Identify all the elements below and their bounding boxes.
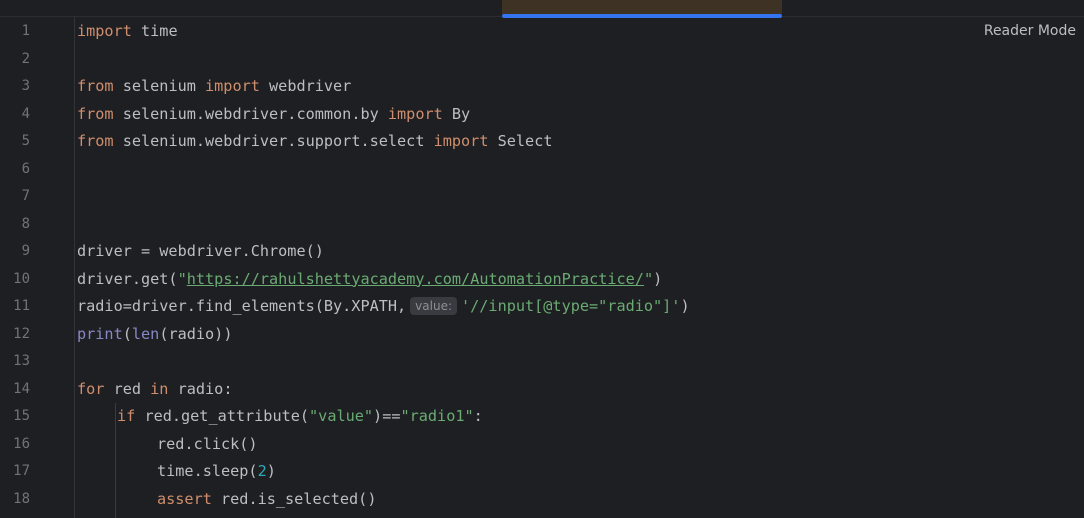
code-text: from selenium.webdriver.support.select i… (77, 132, 553, 150)
code-line: 14 for red in radio: (0, 376, 1084, 404)
code-text: print(len(radio)) (77, 324, 233, 343)
line-number: 16 (13, 435, 30, 452)
line-number: 5 (21, 133, 30, 149)
code-text: import time (77, 22, 178, 40)
code-text: driver = webdriver.Chrome() (77, 242, 324, 260)
line-number: 9 (21, 243, 30, 259)
code-text: from selenium.webdriver.common.by import… (77, 104, 471, 123)
code-line: 9 driver = webdriver.Chrome() (0, 238, 1084, 266)
code-text: radio=driver.find_elements(By.XPATH, valu… (77, 297, 690, 315)
code-line: 10 driver.get("https://rahulshettyacadem… (0, 266, 1084, 294)
code-text: for red in radio: (77, 379, 233, 398)
code-line: 12 print(len(radio)) (0, 321, 1084, 349)
line-number: 3 (21, 78, 30, 94)
code-line: 11 radio=driver.find_elements(By.XPATH, v… (0, 293, 1084, 321)
code-line: 15 if red.get_attribute("value")=="radio… (0, 403, 1084, 431)
editor-tab-bar (0, 0, 1084, 18)
code-line: 2 (0, 46, 1084, 74)
code-line: 4 from selenium.webdriver.common.by impo… (0, 101, 1084, 129)
line-number: 14 (13, 380, 30, 397)
parameter-hint: value: (410, 297, 457, 315)
line-number: 2 (21, 50, 30, 67)
code-text: red.click() (157, 434, 258, 453)
line-number: 17 (13, 463, 30, 479)
line-number: 11 (13, 298, 30, 314)
code-line: 17 time.sleep(2) (0, 458, 1084, 486)
code-editor[interactable]: 1 import time 2 3 from selenium import w… (0, 18, 1084, 513)
code-text: if red.get_attribute("value")=="radio1": (117, 407, 483, 425)
code-text: driver.get("https://rahulshettyacademy.c… (77, 269, 663, 288)
url-link[interactable]: https://rahulshettyacademy.com/Automatio… (187, 270, 644, 288)
line-number: 7 (21, 188, 30, 204)
code-line: 5 from selenium.webdriver.support.select… (0, 128, 1084, 156)
code-line: 1 import time (0, 18, 1084, 46)
indent-guide (115, 403, 116, 518)
code-line: 8 (0, 211, 1084, 239)
line-number: 18 (13, 490, 30, 507)
line-number: 15 (13, 408, 30, 424)
code-line: 13 (0, 348, 1084, 376)
line-number: 13 (13, 353, 30, 369)
code-text: assert red.is_selected() (157, 489, 377, 508)
line-number: 4 (21, 105, 30, 122)
line-number: 12 (13, 325, 30, 342)
code-line: 7 (0, 183, 1084, 211)
line-number: 6 (21, 160, 30, 177)
line-number: 1 (21, 23, 30, 39)
code-line: 6 (0, 156, 1084, 184)
code-line: 18 assert red.is_selected() (0, 486, 1084, 514)
code-text: time.sleep(2) (157, 462, 276, 480)
line-number: 10 (13, 270, 30, 287)
code-line: 16 red.click() (0, 431, 1084, 459)
line-number: 8 (21, 215, 30, 232)
code-line: 3 from selenium import webdriver (0, 73, 1084, 101)
active-editor-tab[interactable] (502, 0, 782, 18)
code-text: from selenium import webdriver (77, 77, 352, 95)
